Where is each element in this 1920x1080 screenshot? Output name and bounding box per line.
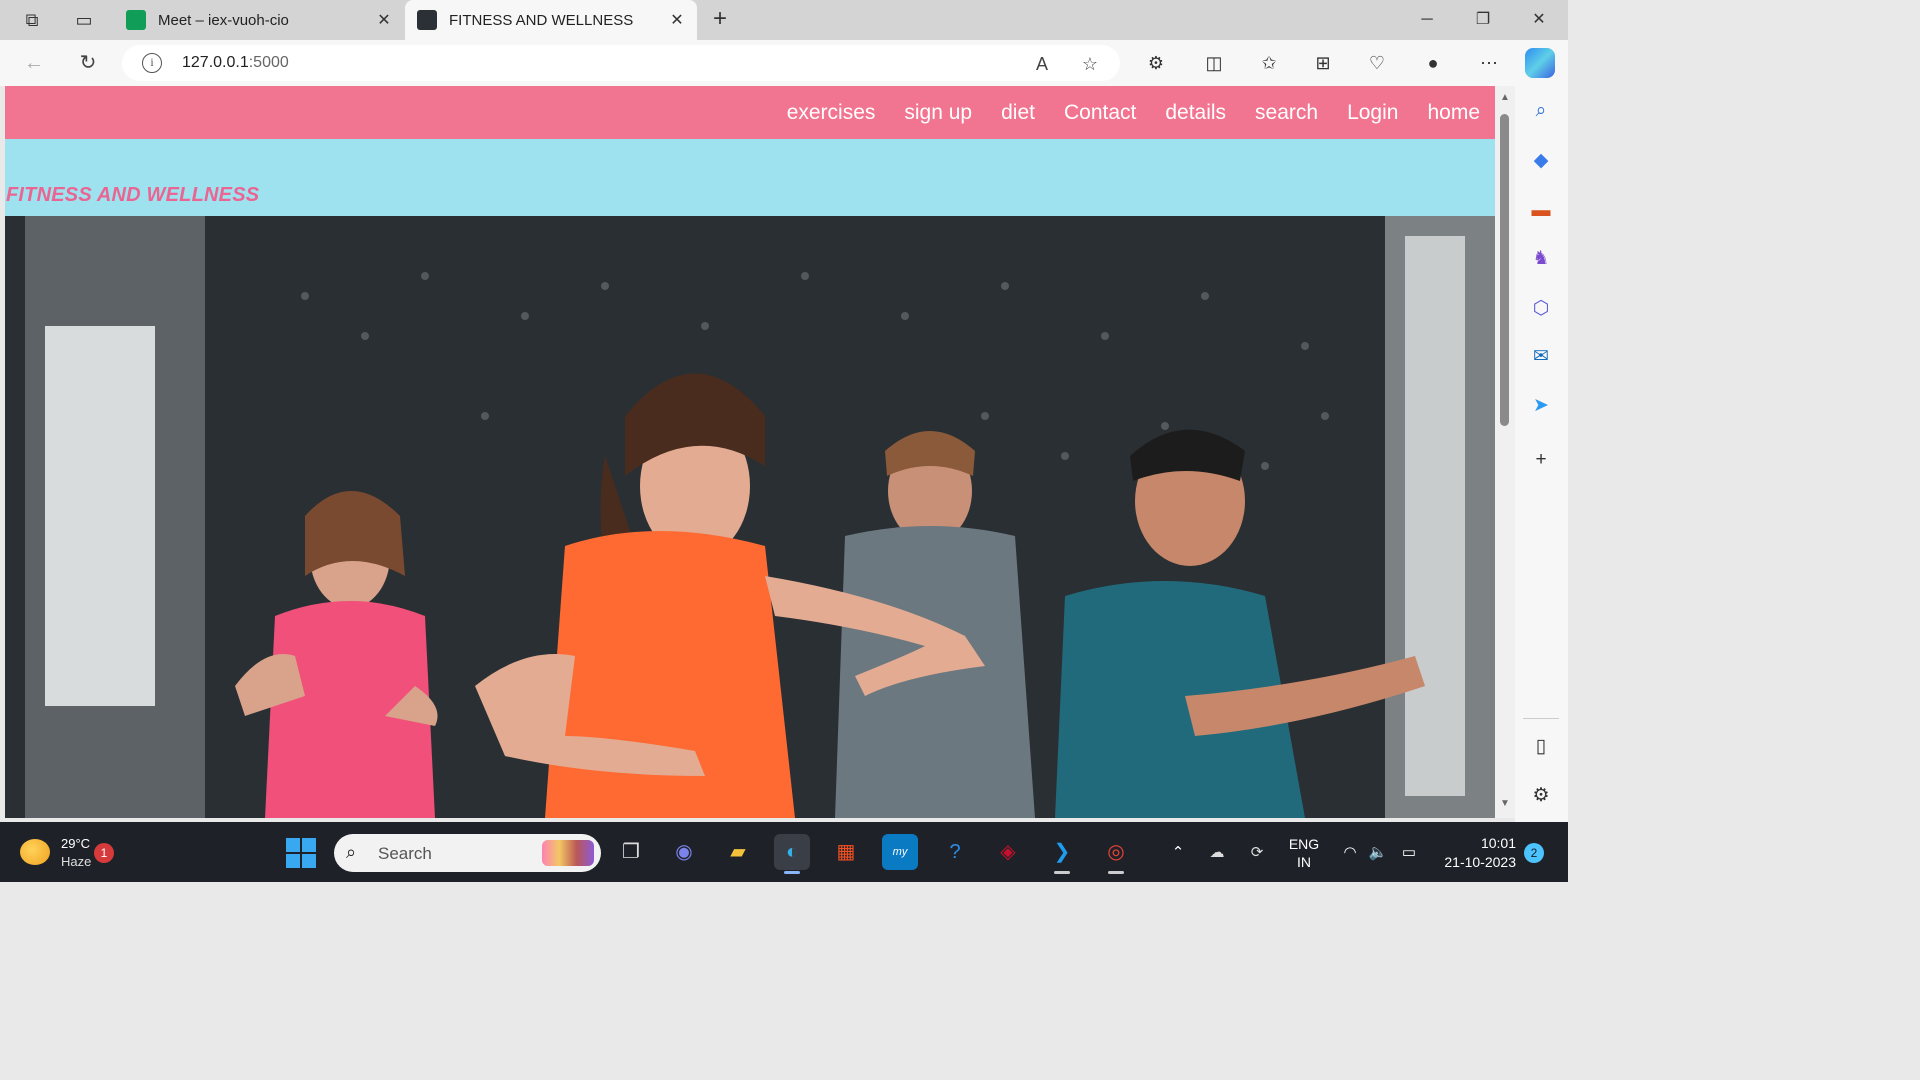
file-explorer-icon[interactable]: ▰ (720, 834, 756, 870)
taskbar-search[interactable]: ⌕ Search (334, 834, 601, 872)
search-placeholder: Search (378, 844, 432, 863)
brand-band: FITNESS AND WELLNESS (5, 139, 1495, 216)
more-menu-icon[interactable]: ⋯ (1476, 50, 1502, 76)
url-text[interactable]: 127.0.0.1:5000 (182, 54, 289, 72)
tab-fitness[interactable]: FITNESS AND WELLNESS ✕ (405, 0, 697, 40)
wifi-icon[interactable]: ◠ (1339, 842, 1361, 864)
edge-browser-icon[interactable]: ◐ (774, 834, 810, 874)
browser-titlebar: ⧉ ▭ Meet – iex-vuoh-cio ✕ FITNESS AND WE… (0, 0, 1568, 40)
clock-time: 10:01 (1480, 835, 1516, 851)
extensions-icon[interactable]: ⚙ (1143, 50, 1169, 76)
favorites-icon[interactable]: ✩ (1256, 50, 1282, 76)
onedrive-error-icon[interactable]: ☁ (1206, 842, 1228, 864)
tab-title: FITNESS AND WELLNESS (449, 11, 634, 29)
browser-essentials-icon[interactable]: ♡ (1364, 50, 1390, 76)
refresh-button[interactable]: ↻ (75, 50, 101, 76)
games-icon[interactable]: ♞ (1528, 246, 1554, 272)
drop-icon[interactable]: ➤ (1528, 393, 1554, 419)
split-screen-icon[interactable]: ◫ (1201, 50, 1227, 76)
tab-title: Meet – iex-vuoh-cio (158, 11, 289, 29)
search-icon[interactable]: ⌕ (1528, 98, 1554, 124)
sidebar-divider (1523, 718, 1559, 719)
search-icon: ⌕ (346, 842, 357, 862)
profile-icon[interactable]: ● (1420, 50, 1446, 76)
sidebar-toggle-icon[interactable]: ▯ (1528, 734, 1554, 760)
weather-widget[interactable]: 29°C Haze 1 (20, 832, 120, 874)
hero-fitness-image (5, 216, 1495, 818)
site-brand-title: FITNESS AND WELLNESS (6, 184, 260, 206)
nav-link-home[interactable]: home (1427, 101, 1480, 125)
nav-link-search[interactable]: search (1255, 101, 1318, 125)
workspaces-icon[interactable]: ⧉ (20, 8, 44, 32)
microsoft-store-icon[interactable]: ▦ (828, 834, 864, 870)
nav-link-details[interactable]: details (1165, 101, 1226, 125)
start-button[interactable] (286, 838, 316, 868)
page-viewport: exercises sign up diet Contact details s… (5, 86, 1495, 818)
add-icon[interactable]: + (1528, 447, 1554, 473)
terminal-icon (417, 10, 437, 30)
address-bar[interactable]: i 127.0.0.1:5000 A ☆ (122, 45, 1120, 81)
weather-desc: Haze (61, 854, 92, 869)
system-clock[interactable]: 10:01 21-10-2023 (1432, 834, 1516, 872)
weather-badge: 1 (94, 843, 114, 863)
browser-toolbar: ← ↻ i 127.0.0.1:5000 A ☆ ⚙ ◫ ✩ ⊞ ♡ ● ⋯ (0, 40, 1568, 86)
notification-badge[interactable]: 2 (1524, 843, 1544, 863)
weather-temp: 29°C (61, 836, 91, 851)
shopping-tag-icon[interactable]: ◆ (1528, 148, 1554, 174)
edge-sidebar: ⌕ ◆ ▬ ♞ ⬡ ✉ ➤ + ▯ ⚙ (1515, 86, 1568, 822)
window-close-button[interactable]: ✕ (1519, 6, 1559, 34)
windows-taskbar: 29°C Haze 1 ⌕ Search ❐ ◉ ▰ ◐ ▦ my ? ◈ ❯ … (0, 822, 1568, 882)
clock-date: 21-10-2023 (1444, 854, 1516, 870)
close-icon[interactable]: ✕ (372, 10, 396, 30)
show-hidden-icons[interactable]: ⌃ (1167, 842, 1189, 864)
restore-button[interactable]: ❐ (1463, 6, 1503, 34)
nav-link-contact[interactable]: Contact (1064, 101, 1136, 125)
new-tab-button[interactable]: + (706, 6, 734, 34)
nav-link-login[interactable]: Login (1347, 101, 1398, 125)
tab-actions-icon[interactable]: ▭ (72, 8, 96, 32)
nav-link-diet[interactable]: diet (1001, 101, 1035, 125)
task-view-icon[interactable]: ❐ (613, 834, 649, 870)
read-aloud-icon[interactable]: A (1030, 52, 1054, 76)
tools-icon[interactable]: ▬ (1528, 198, 1554, 224)
nav-link-sign-up[interactable]: sign up (904, 101, 972, 125)
site-info-icon[interactable]: i (142, 53, 162, 73)
google-meet-icon (126, 10, 146, 30)
back-button[interactable]: ← (21, 50, 47, 76)
close-icon[interactable]: ✕ (665, 10, 689, 30)
microsoft-365-icon[interactable]: ⬡ (1528, 296, 1554, 322)
search-highlight-icon (542, 840, 594, 866)
teams-chat-icon[interactable]: ◉ (666, 834, 702, 870)
vscode-icon[interactable]: ❯ (1044, 834, 1080, 874)
collections-icon[interactable]: ⊞ (1310, 50, 1336, 76)
scroll-down-icon[interactable]: ▼ (1499, 798, 1511, 810)
site-navbar: exercises sign up diet Contact details s… (5, 86, 1495, 139)
favorite-star-icon[interactable]: ☆ (1078, 52, 1102, 76)
weather-haze-icon (20, 839, 50, 865)
battery-icon[interactable]: ▭ (1398, 842, 1420, 864)
sync-icon[interactable]: ⟳ (1246, 842, 1268, 864)
scroll-up-icon[interactable]: ▲ (1499, 92, 1511, 104)
copilot-icon[interactable] (1525, 48, 1555, 78)
help-icon[interactable]: ? (937, 834, 973, 870)
outlook-icon[interactable]: ✉ (1528, 344, 1554, 370)
minimize-button[interactable]: ─ (1407, 6, 1447, 34)
mcafee-icon[interactable]: ◈ (990, 834, 1026, 870)
scroll-thumb[interactable] (1500, 114, 1509, 426)
myhp-icon[interactable]: my (882, 834, 918, 870)
settings-icon[interactable]: ⚙ (1528, 783, 1554, 809)
language-indicator[interactable]: ENG IN (1286, 835, 1322, 871)
tab-meet[interactable]: Meet – iex-vuoh-cio ✕ (114, 0, 404, 40)
volume-icon[interactable]: 🔈 (1367, 842, 1389, 864)
nav-link-exercises[interactable]: exercises (787, 101, 876, 125)
chrome-icon[interactable]: ◎ (1098, 834, 1134, 874)
page-scrollbar[interactable]: ▲ ▼ (1495, 86, 1515, 818)
